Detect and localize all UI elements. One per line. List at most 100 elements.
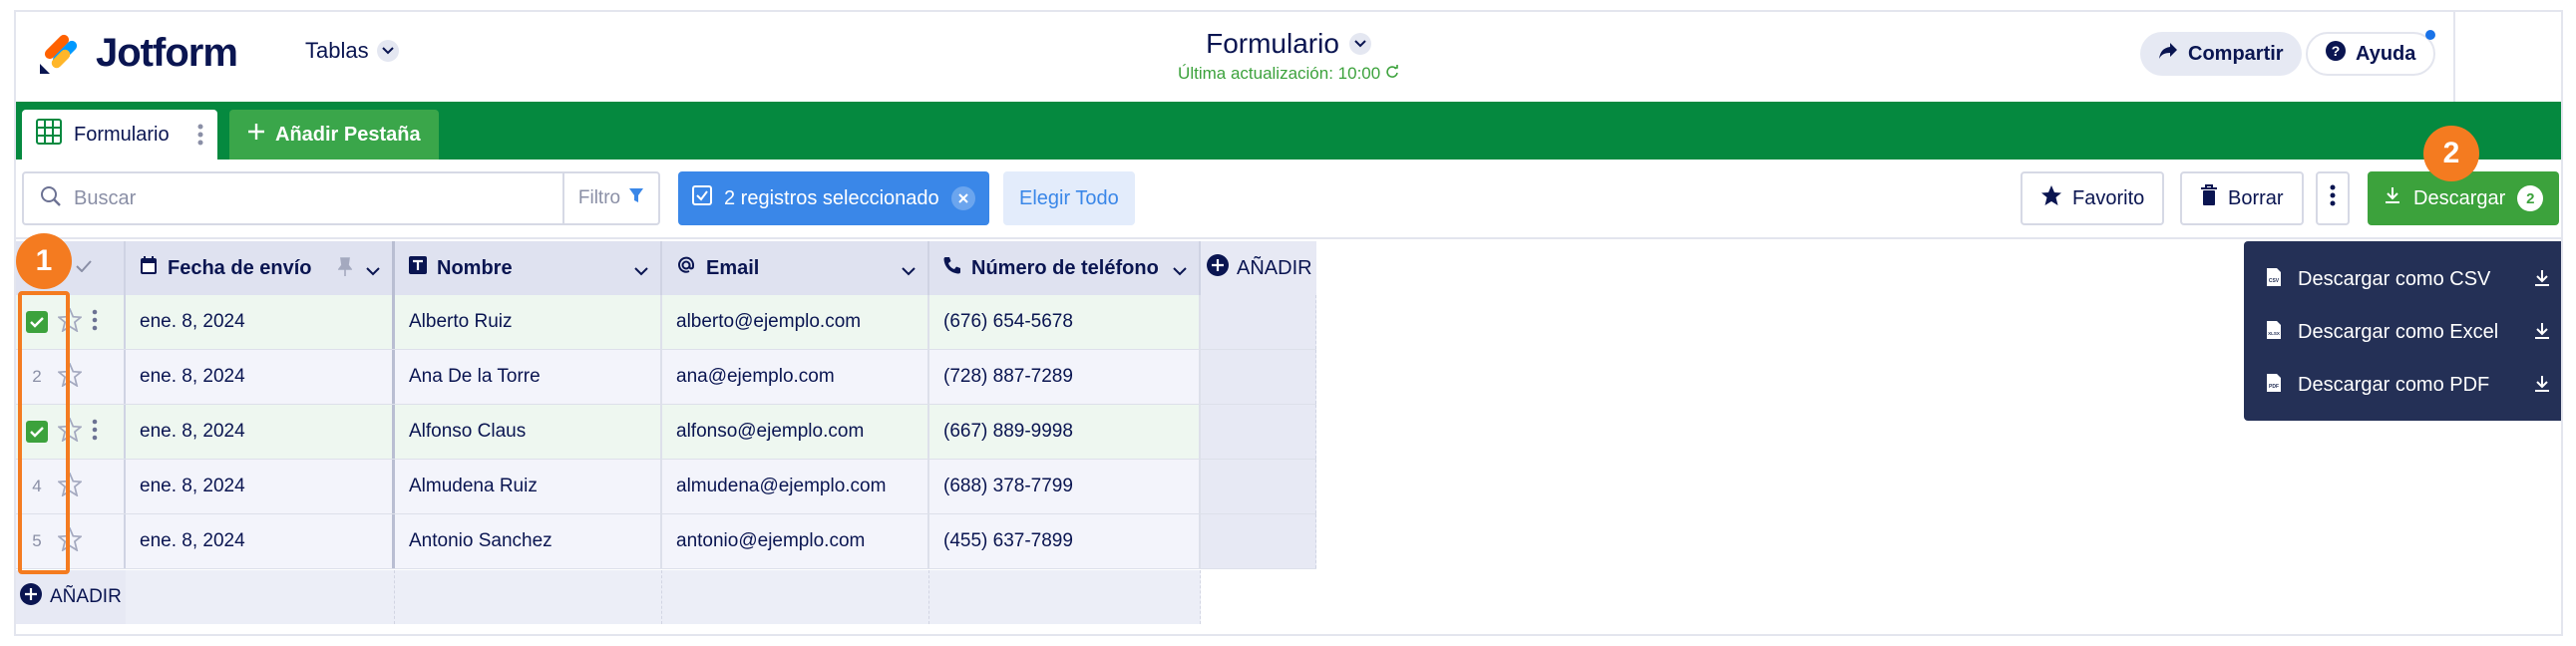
search-box: Filtro (22, 171, 660, 225)
table-row[interactable]: ene. 8, 2024 Alfonso Claus alfonso@ejemp… (16, 405, 1316, 460)
table-header-row: Fecha de envío Nombre Email Número de te… (16, 241, 1316, 295)
tab-formulario[interactable]: Formulario (22, 110, 217, 160)
cell-email[interactable]: alberto@ejemplo.com (662, 295, 929, 349)
cell-email[interactable]: ana@ejemplo.com (662, 350, 929, 404)
chevron-down-icon (1348, 33, 1371, 55)
add-row-area: AÑADIR (16, 570, 1201, 624)
download-csv-option[interactable]: CSV Descargar como CSV (2244, 253, 2561, 306)
download-count-badge: 2 (2517, 185, 2544, 211)
funnel-icon (628, 187, 644, 209)
delete-button[interactable]: Borrar (2180, 171, 2304, 225)
empty-cell (1201, 295, 1316, 349)
table-row[interactable]: 2 ene. 8, 2024 Ana De la Torre ana@ejemp… (16, 350, 1316, 405)
empty-cell (1201, 350, 1316, 404)
download-icon (2384, 186, 2401, 210)
column-header-email[interactable]: Email (662, 241, 929, 295)
empty-cell (1201, 460, 1316, 513)
clear-selection-icon[interactable] (950, 186, 975, 210)
step-badge-1: 1 (16, 233, 72, 289)
app-window: Jotform Tablas Formulario Última actuali… (14, 10, 2563, 636)
column-label: Email (706, 256, 760, 279)
cell-date[interactable]: ene. 8, 2024 (126, 514, 395, 568)
filter-button[interactable]: Filtro (562, 173, 658, 223)
kebab-menu-icon[interactable] (92, 419, 98, 446)
empty-cell (1201, 405, 1316, 459)
pdf-file-icon: PDF (2266, 373, 2282, 399)
phone-icon (943, 256, 961, 280)
empty-cell (126, 570, 395, 624)
share-button[interactable]: Compartir (2140, 32, 2302, 76)
svg-text:XLSX: XLSX (2268, 331, 2280, 336)
download-icon (2533, 322, 2551, 346)
toolbar: Filtro 2 registros seleccionado Elegir T… (16, 160, 2561, 239)
cell-phone[interactable]: (667) 889-9998 (929, 405, 1201, 459)
star-icon (2040, 184, 2062, 212)
cell-name[interactable]: Alberto Ruiz (395, 295, 662, 349)
selected-records-pill[interactable]: 2 registros seleccionado (678, 171, 989, 225)
cell-email[interactable]: alfonso@ejemplo.com (662, 405, 929, 459)
cell-date[interactable]: ene. 8, 2024 (126, 405, 395, 459)
cell-phone[interactable]: (676) 654-5678 (929, 295, 1201, 349)
favorite-button[interactable]: Favorito (2021, 171, 2165, 225)
select-all-button[interactable]: Elegir Todo (1003, 171, 1135, 225)
cell-phone[interactable]: (728) 887-7289 (929, 350, 1201, 404)
share-arrow-icon (2158, 42, 2178, 66)
calendar-icon (140, 255, 158, 281)
chevron-down-icon[interactable] (1173, 259, 1187, 282)
form-title: Formulario (1206, 28, 1339, 59)
cell-name[interactable]: Alfonso Claus (395, 405, 662, 459)
text-icon (409, 256, 427, 280)
column-label: Fecha de envío (168, 256, 312, 279)
check-icon (76, 259, 92, 277)
cell-name[interactable]: Antonio Sanchez (395, 514, 662, 568)
tab-label: Formulario (74, 123, 170, 146)
download-excel-option[interactable]: XLSX Descargar como Excel (2244, 306, 2561, 359)
download-pdf-option[interactable]: PDF Descargar como PDF (2244, 359, 2561, 412)
svg-text:?: ? (2332, 43, 2341, 59)
chevron-down-icon[interactable] (902, 259, 916, 282)
pin-icon[interactable] (337, 257, 353, 283)
column-header-date[interactable]: Fecha de envío (126, 241, 395, 295)
cell-phone[interactable]: (688) 378-7799 (929, 460, 1201, 513)
cell-email[interactable]: almudena@ejemplo.com (662, 460, 929, 513)
cell-date[interactable]: ene. 8, 2024 (126, 295, 395, 349)
add-column-button[interactable]: AÑADIR (1201, 241, 1316, 295)
cell-date[interactable]: ene. 8, 2024 (126, 460, 395, 513)
selected-count-label: 2 registros seleccionado (724, 186, 939, 209)
chevron-down-icon[interactable] (366, 259, 380, 282)
search-input[interactable] (74, 186, 552, 210)
xlsx-file-icon: XLSX (2266, 320, 2282, 346)
checkbox-checked-icon (692, 185, 712, 211)
tab-bar: Formulario Añadir Pestaña (16, 102, 2561, 160)
cell-date[interactable]: ene. 8, 2024 (126, 350, 395, 404)
column-label: Número de teléfono (971, 256, 1159, 279)
add-row-button[interactable]: AÑADIR (16, 570, 126, 624)
cell-name[interactable]: Almudena Ruiz (395, 460, 662, 513)
cell-phone[interactable]: (455) 637-7899 (929, 514, 1201, 568)
kebab-menu-icon[interactable] (197, 124, 203, 152)
table-grid-icon (36, 119, 62, 151)
avatar[interactable] (2453, 12, 2561, 102)
kebab-menu-icon[interactable] (92, 309, 98, 336)
question-icon: ? (2326, 41, 2346, 67)
column-header-name[interactable]: Nombre (395, 241, 662, 295)
table-row[interactable]: ene. 8, 2024 Alberto Ruiz alberto@ejempl… (16, 295, 1316, 350)
cell-name[interactable]: Ana De la Torre (395, 350, 662, 404)
download-button[interactable]: Descargar 2 (2368, 171, 2560, 225)
more-options-button[interactable] (2316, 171, 2350, 225)
chevron-down-icon[interactable] (634, 259, 648, 282)
empty-cell (662, 570, 929, 624)
menu-item-label: Descargar como Excel (2298, 321, 2499, 343)
cell-email[interactable]: antonio@ejemplo.com (662, 514, 929, 568)
share-label: Compartir (2188, 42, 2284, 65)
checkbox-column-highlight (18, 291, 70, 574)
help-button[interactable]: ? Ayuda (2306, 30, 2436, 76)
table-row[interactable]: 4 ene. 8, 2024 Almudena Ruiz almudena@ej… (16, 460, 1316, 514)
delete-label: Borrar (2228, 186, 2284, 209)
add-tab-label: Añadir Pestaña (275, 123, 421, 146)
add-tab-button[interactable]: Añadir Pestaña (229, 110, 439, 160)
column-header-phone[interactable]: Número de teléfono (929, 241, 1201, 295)
form-title-button[interactable]: Formulario (1206, 28, 1371, 60)
add-row-label: AÑADIR (50, 586, 122, 607)
table-row[interactable]: 5 ene. 8, 2024 Antonio Sanchez antonio@e… (16, 514, 1316, 569)
